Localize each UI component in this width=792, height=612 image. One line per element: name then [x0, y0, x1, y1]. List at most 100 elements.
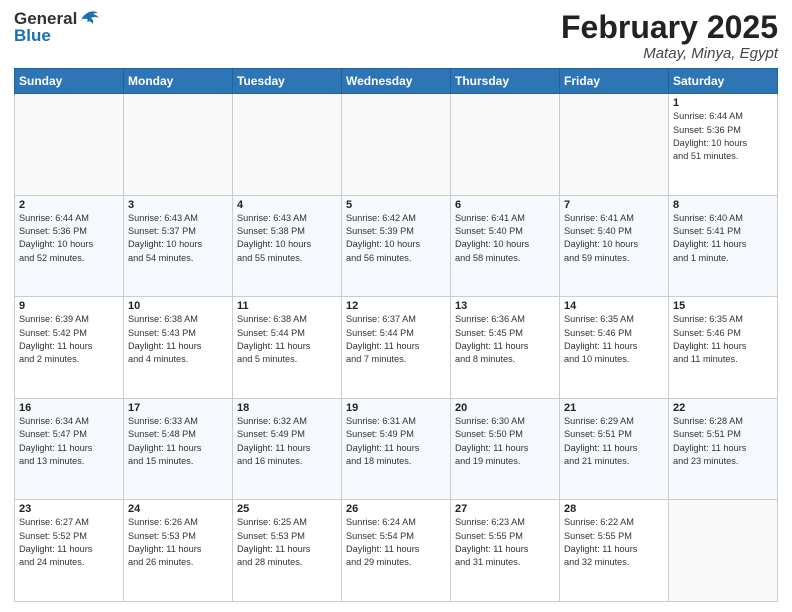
calendar-day-17: 17Sunrise: 6:33 AMSunset: 5:48 PMDayligh… — [124, 398, 233, 500]
day-info: Sunrise: 6:41 AMSunset: 5:40 PMDaylight:… — [455, 212, 555, 265]
calendar-day-22: 22Sunrise: 6:28 AMSunset: 5:51 PMDayligh… — [669, 398, 778, 500]
day-number: 14 — [564, 300, 664, 312]
calendar-day-18: 18Sunrise: 6:32 AMSunset: 5:49 PMDayligh… — [233, 398, 342, 500]
day-info: Sunrise: 6:30 AMSunset: 5:50 PMDaylight:… — [455, 415, 555, 468]
weekday-header-wednesday: Wednesday — [342, 69, 451, 94]
calendar-day-16: 16Sunrise: 6:34 AMSunset: 5:47 PMDayligh… — [15, 398, 124, 500]
day-info: Sunrise: 6:34 AMSunset: 5:47 PMDaylight:… — [19, 415, 119, 468]
day-number: 7 — [564, 199, 664, 211]
day-info: Sunrise: 6:32 AMSunset: 5:49 PMDaylight:… — [237, 415, 337, 468]
day-info: Sunrise: 6:35 AMSunset: 5:46 PMDaylight:… — [564, 313, 664, 366]
logo-bird-icon — [79, 10, 101, 28]
day-number: 28 — [564, 503, 664, 515]
day-number: 12 — [346, 300, 446, 312]
day-number: 16 — [19, 402, 119, 414]
header: General Blue February 2025 Matay, Minya,… — [14, 10, 778, 62]
day-info: Sunrise: 6:26 AMSunset: 5:53 PMDaylight:… — [128, 516, 228, 569]
weekday-header-monday: Monday — [124, 69, 233, 94]
logo: General Blue — [14, 10, 101, 45]
day-number: 10 — [128, 300, 228, 312]
location-title: Matay, Minya, Egypt — [561, 45, 778, 62]
day-info: Sunrise: 6:41 AMSunset: 5:40 PMDaylight:… — [564, 212, 664, 265]
weekday-header-sunday: Sunday — [15, 69, 124, 94]
day-info: Sunrise: 6:38 AMSunset: 5:43 PMDaylight:… — [128, 313, 228, 366]
day-info: Sunrise: 6:31 AMSunset: 5:49 PMDaylight:… — [346, 415, 446, 468]
day-info: Sunrise: 6:44 AMSunset: 5:36 PMDaylight:… — [19, 212, 119, 265]
page: General Blue February 2025 Matay, Minya,… — [0, 0, 792, 612]
calendar-week-row: 9Sunrise: 6:39 AMSunset: 5:42 PMDaylight… — [15, 297, 778, 399]
title-block: February 2025 Matay, Minya, Egypt — [561, 10, 778, 62]
day-number: 17 — [128, 402, 228, 414]
weekday-header-thursday: Thursday — [451, 69, 560, 94]
day-info: Sunrise: 6:27 AMSunset: 5:52 PMDaylight:… — [19, 516, 119, 569]
calendar-day-5: 5Sunrise: 6:42 AMSunset: 5:39 PMDaylight… — [342, 195, 451, 297]
day-info: Sunrise: 6:29 AMSunset: 5:51 PMDaylight:… — [564, 415, 664, 468]
calendar-day-7: 7Sunrise: 6:41 AMSunset: 5:40 PMDaylight… — [560, 195, 669, 297]
calendar-day-8: 8Sunrise: 6:40 AMSunset: 5:41 PMDaylight… — [669, 195, 778, 297]
day-number: 1 — [673, 97, 773, 109]
day-info: Sunrise: 6:25 AMSunset: 5:53 PMDaylight:… — [237, 516, 337, 569]
calendar-week-row: 1Sunrise: 6:44 AMSunset: 5:36 PMDaylight… — [15, 94, 778, 196]
calendar-empty-cell — [233, 94, 342, 196]
calendar-day-19: 19Sunrise: 6:31 AMSunset: 5:49 PMDayligh… — [342, 398, 451, 500]
calendar-day-11: 11Sunrise: 6:38 AMSunset: 5:44 PMDayligh… — [233, 297, 342, 399]
day-info: Sunrise: 6:23 AMSunset: 5:55 PMDaylight:… — [455, 516, 555, 569]
day-number: 15 — [673, 300, 773, 312]
day-info: Sunrise: 6:24 AMSunset: 5:54 PMDaylight:… — [346, 516, 446, 569]
calendar-empty-cell — [451, 94, 560, 196]
weekday-header-friday: Friday — [560, 69, 669, 94]
calendar-day-6: 6Sunrise: 6:41 AMSunset: 5:40 PMDaylight… — [451, 195, 560, 297]
calendar-day-23: 23Sunrise: 6:27 AMSunset: 5:52 PMDayligh… — [15, 500, 124, 602]
calendar-week-row: 23Sunrise: 6:27 AMSunset: 5:52 PMDayligh… — [15, 500, 778, 602]
calendar-day-26: 26Sunrise: 6:24 AMSunset: 5:54 PMDayligh… — [342, 500, 451, 602]
logo-blue: Blue — [14, 27, 101, 46]
calendar-day-13: 13Sunrise: 6:36 AMSunset: 5:45 PMDayligh… — [451, 297, 560, 399]
day-info: Sunrise: 6:39 AMSunset: 5:42 PMDaylight:… — [19, 313, 119, 366]
calendar-day-3: 3Sunrise: 6:43 AMSunset: 5:37 PMDaylight… — [124, 195, 233, 297]
day-info: Sunrise: 6:35 AMSunset: 5:46 PMDaylight:… — [673, 313, 773, 366]
day-info: Sunrise: 6:37 AMSunset: 5:44 PMDaylight:… — [346, 313, 446, 366]
calendar-day-10: 10Sunrise: 6:38 AMSunset: 5:43 PMDayligh… — [124, 297, 233, 399]
day-info: Sunrise: 6:28 AMSunset: 5:51 PMDaylight:… — [673, 415, 773, 468]
weekday-header-saturday: Saturday — [669, 69, 778, 94]
day-info: Sunrise: 6:36 AMSunset: 5:45 PMDaylight:… — [455, 313, 555, 366]
calendar-week-row: 16Sunrise: 6:34 AMSunset: 5:47 PMDayligh… — [15, 398, 778, 500]
day-number: 23 — [19, 503, 119, 515]
day-number: 24 — [128, 503, 228, 515]
calendar-day-28: 28Sunrise: 6:22 AMSunset: 5:55 PMDayligh… — [560, 500, 669, 602]
calendar-day-20: 20Sunrise: 6:30 AMSunset: 5:50 PMDayligh… — [451, 398, 560, 500]
day-number: 8 — [673, 199, 773, 211]
day-info: Sunrise: 6:44 AMSunset: 5:36 PMDaylight:… — [673, 110, 773, 163]
day-info: Sunrise: 6:43 AMSunset: 5:38 PMDaylight:… — [237, 212, 337, 265]
weekday-header-tuesday: Tuesday — [233, 69, 342, 94]
calendar-day-4: 4Sunrise: 6:43 AMSunset: 5:38 PMDaylight… — [233, 195, 342, 297]
calendar-header-row: SundayMondayTuesdayWednesdayThursdayFrid… — [15, 69, 778, 94]
day-number: 2 — [19, 199, 119, 211]
calendar-day-1: 1Sunrise: 6:44 AMSunset: 5:36 PMDaylight… — [669, 94, 778, 196]
day-number: 22 — [673, 402, 773, 414]
day-info: Sunrise: 6:42 AMSunset: 5:39 PMDaylight:… — [346, 212, 446, 265]
calendar-day-24: 24Sunrise: 6:26 AMSunset: 5:53 PMDayligh… — [124, 500, 233, 602]
calendar-table: SundayMondayTuesdayWednesdayThursdayFrid… — [14, 68, 778, 602]
day-info: Sunrise: 6:33 AMSunset: 5:48 PMDaylight:… — [128, 415, 228, 468]
month-title: February 2025 — [561, 10, 778, 45]
day-info: Sunrise: 6:43 AMSunset: 5:37 PMDaylight:… — [128, 212, 228, 265]
day-info: Sunrise: 6:38 AMSunset: 5:44 PMDaylight:… — [237, 313, 337, 366]
day-number: 5 — [346, 199, 446, 211]
day-number: 26 — [346, 503, 446, 515]
calendar-day-15: 15Sunrise: 6:35 AMSunset: 5:46 PMDayligh… — [669, 297, 778, 399]
calendar-empty-cell — [15, 94, 124, 196]
day-number: 19 — [346, 402, 446, 414]
day-number: 27 — [455, 503, 555, 515]
calendar-week-row: 2Sunrise: 6:44 AMSunset: 5:36 PMDaylight… — [15, 195, 778, 297]
day-number: 9 — [19, 300, 119, 312]
day-number: 25 — [237, 503, 337, 515]
calendar-empty-cell — [669, 500, 778, 602]
day-number: 6 — [455, 199, 555, 211]
calendar-day-25: 25Sunrise: 6:25 AMSunset: 5:53 PMDayligh… — [233, 500, 342, 602]
day-number: 11 — [237, 300, 337, 312]
calendar-day-9: 9Sunrise: 6:39 AMSunset: 5:42 PMDaylight… — [15, 297, 124, 399]
day-number: 21 — [564, 402, 664, 414]
calendar-day-12: 12Sunrise: 6:37 AMSunset: 5:44 PMDayligh… — [342, 297, 451, 399]
calendar-empty-cell — [342, 94, 451, 196]
